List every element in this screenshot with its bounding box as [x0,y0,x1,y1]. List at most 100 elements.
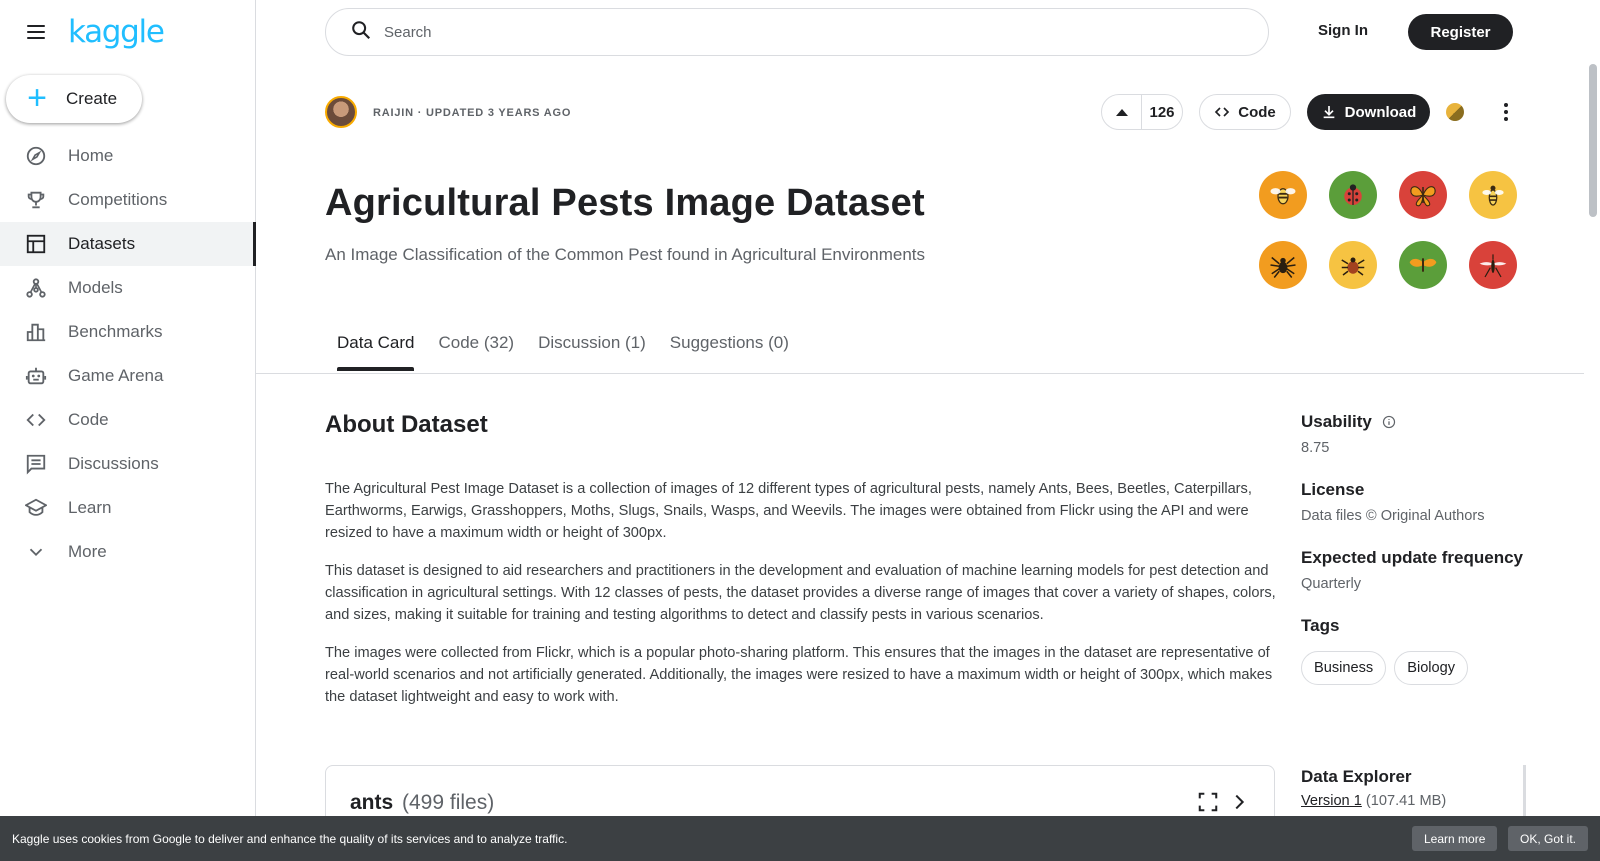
code-icon [1215,107,1230,117]
license-section: License Data files © Original Authors [1301,480,1485,524]
sidebar-item-datasets[interactable]: Datasets [0,222,256,266]
about-paragraph: The images were collected from Flickr, w… [325,645,1273,705]
search-placeholder: Search [384,23,432,41]
robot-icon [24,364,48,388]
data-explorer-label: Data Explorer [1301,767,1412,786]
sidebar-nav: Home Competitions Datasets Models Benchm… [0,134,256,574]
upvote-control: 126 [1101,94,1183,130]
usability-value: 8.75 [1301,440,1330,456]
data-explorer-section: Data Explorer [1301,767,1412,787]
fullscreen-icon[interactable] [1197,791,1219,813]
code-icon [24,408,48,432]
medal-icon[interactable] [1446,103,1464,121]
tab-discussion[interactable]: Discussion (1) [538,333,646,365]
tags-list: Business Biology [1301,651,1469,685]
version-info: Version 1 (107.41 MB) [1301,793,1446,809]
models-icon [24,276,48,300]
spider-icon [1259,241,1307,289]
code-button-label: Code [1238,103,1276,121]
chevron-right-icon[interactable] [1228,791,1250,813]
tag-chip[interactable]: Biology [1394,651,1469,685]
about-paragraph: The Agricultural Pest Image Dataset is a… [325,481,1252,541]
sidebar-item-learn[interactable]: Learn [0,486,256,530]
learn-more-button[interactable]: Learn more [1412,826,1498,851]
cookie-message: Kaggle uses cookies from Google to deliv… [12,831,568,846]
tags-heading: Tags [1301,616,1340,635]
update-frequency-section: Expected update frequency Quarterly [1301,548,1523,592]
sidebar-item-label: Learn [68,498,112,517]
sidebar-item-benchmarks[interactable]: Benchmarks [0,310,256,354]
caret-up-icon [1115,109,1128,116]
download-button[interactable]: Download [1307,94,1430,130]
brand: kaggle [22,14,165,50]
download-button-label: Download [1344,103,1417,121]
sidebar-item-competitions[interactable]: Competitions [0,178,256,222]
sidebar-item-discussions[interactable]: Discussions [0,442,256,486]
search-icon [350,19,372,46]
mosquito-icon [1469,241,1517,289]
plus-icon: + [27,78,47,117]
ladybug-icon [1329,171,1377,219]
divider [256,373,1584,374]
search-input[interactable]: Search [325,8,1269,56]
usability-label: Usability [1301,412,1372,431]
dataset-meta: RAIJIN · UPDATED 3 YEARS AGO [373,107,572,119]
usability-section: Usability 8.75 [1301,412,1396,456]
moth-icon [1399,241,1447,289]
chevron-down-icon [24,540,48,564]
school-icon [24,496,48,520]
license-label: License [1301,480,1365,499]
scrollbar[interactable] [1589,64,1597,217]
kaggle-logo[interactable]: kaggle [68,14,165,50]
sidebar-item-label: More [68,542,107,561]
about-heading: About Dataset [325,411,488,438]
tab-data-card[interactable]: Data Card [337,333,415,371]
register-button[interactable]: Register [1408,14,1513,50]
tick-icon [1329,241,1377,289]
sidebar-item-label: Datasets [68,234,136,253]
benchmarks-icon [24,320,48,344]
page-title: Agricultural Pests Image Dataset [325,182,925,224]
create-button[interactable]: + Create [6,75,142,123]
sidebar-item-home[interactable]: Home [0,134,256,178]
trophy-icon [24,188,48,212]
upvote-button[interactable] [1102,95,1142,129]
butterfly-icon [1399,171,1447,219]
tab-suggestions[interactable]: Suggestions (0) [670,333,789,365]
accept-cookies-button[interactable]: OK, Got it. [1508,826,1589,851]
avatar[interactable] [325,96,357,128]
sidebar-item-label: Code [68,410,109,429]
tab-bar: Data Card Code (32) Discussion (1) Sugge… [337,333,789,371]
info-icon[interactable] [1382,415,1396,429]
discussions-icon [24,452,48,476]
sidebar-item-models[interactable]: Models [0,266,256,310]
sidebar-item-game-arena[interactable]: Game Arena [0,354,256,398]
table-icon [24,232,48,256]
update-frequency-value: Quarterly [1301,576,1362,592]
tag-chip[interactable]: Business [1301,651,1387,685]
file-count: (499 files) [402,791,495,814]
sidebar-item-label: Competitions [68,190,168,209]
sidebar-item-label: Game Arena [68,366,164,385]
license-value: Data files © Original Authors [1301,508,1485,524]
sidebar-item-label: Home [68,146,114,165]
sidebar-item-code[interactable]: Code [0,398,256,442]
page-subtitle: An Image Classification of the Common Pe… [325,245,926,264]
file-name: ants [350,791,394,814]
sidebar-item-label: Benchmarks [68,322,163,341]
version-size: (107.41 MB) [1365,793,1447,809]
sign-in-button[interactable]: Sign In [1318,22,1368,39]
code-button[interactable]: Code [1199,94,1291,130]
update-frequency-label: Expected update frequency [1301,548,1524,567]
download-icon [1323,106,1334,119]
more-options-icon[interactable] [1494,98,1518,126]
menu-icon[interactable] [22,18,50,46]
compass-icon [24,144,48,168]
sidebar-item-label: Models [68,278,123,297]
tags-label: Tags [1301,616,1339,636]
tab-code[interactable]: Code (32) [438,333,514,365]
about-paragraph: This dataset is designed to aid research… [325,563,1276,623]
sidebar-item-more[interactable]: More [0,530,256,574]
wasp-icon [1469,171,1517,219]
version-link[interactable]: Version 1 [1301,793,1362,809]
